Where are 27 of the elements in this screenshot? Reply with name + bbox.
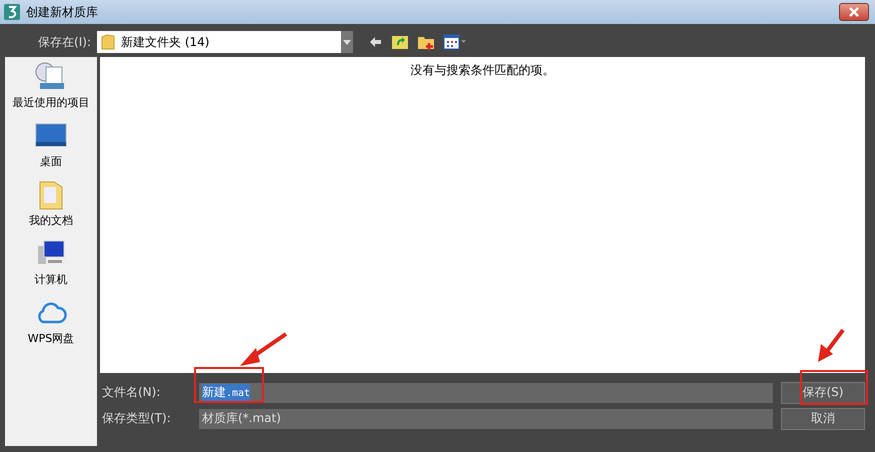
annotation-arrow — [818, 328, 845, 362]
empty-message: 没有与搜索条件匹配的项。 — [410, 62, 554, 79]
file-name-field[interactable]: 新建.mat — [199, 382, 773, 402]
file-name-label: 文件名(N): — [101, 384, 162, 401]
file-type-label: 保存类型(T): — [101, 410, 172, 427]
cancel-button[interactable]: 取消 — [781, 408, 865, 430]
window-title: 创建新材质库 — [26, 4, 98, 20]
folder-up-icon[interactable] — [391, 33, 409, 51]
place-label[interactable]: 桌面 — [40, 154, 62, 169]
view-menu-icon[interactable] — [443, 34, 467, 50]
annotation-arrow — [240, 332, 288, 366]
file-type-dropdown[interactable]: 材质库(*.mat) — [199, 408, 773, 428]
highlight-frame — [800, 370, 868, 405]
save-button[interactable]: 保存(S) — [781, 382, 865, 404]
file-name-value: 新建.mat — [202, 384, 250, 401]
save-in-dropdown[interactable]: 新建文件夹 (14) — [97, 31, 353, 53]
place-label[interactable]: WPS网盘 — [28, 331, 74, 346]
place-label[interactable]: 计算机 — [34, 272, 68, 287]
highlight-frame — [194, 367, 264, 403]
folder-icon — [101, 34, 115, 50]
place-label[interactable]: 我的文档 — [29, 213, 73, 228]
save-in-label: 保存在(I): — [37, 34, 91, 50]
place-label[interactable]: 最近使用的项目 — [12, 95, 90, 110]
back-arrow-icon[interactable] — [369, 35, 383, 49]
close-button[interactable] — [839, 3, 869, 21]
app-icon — [4, 4, 20, 20]
close-icon — [848, 7, 860, 17]
